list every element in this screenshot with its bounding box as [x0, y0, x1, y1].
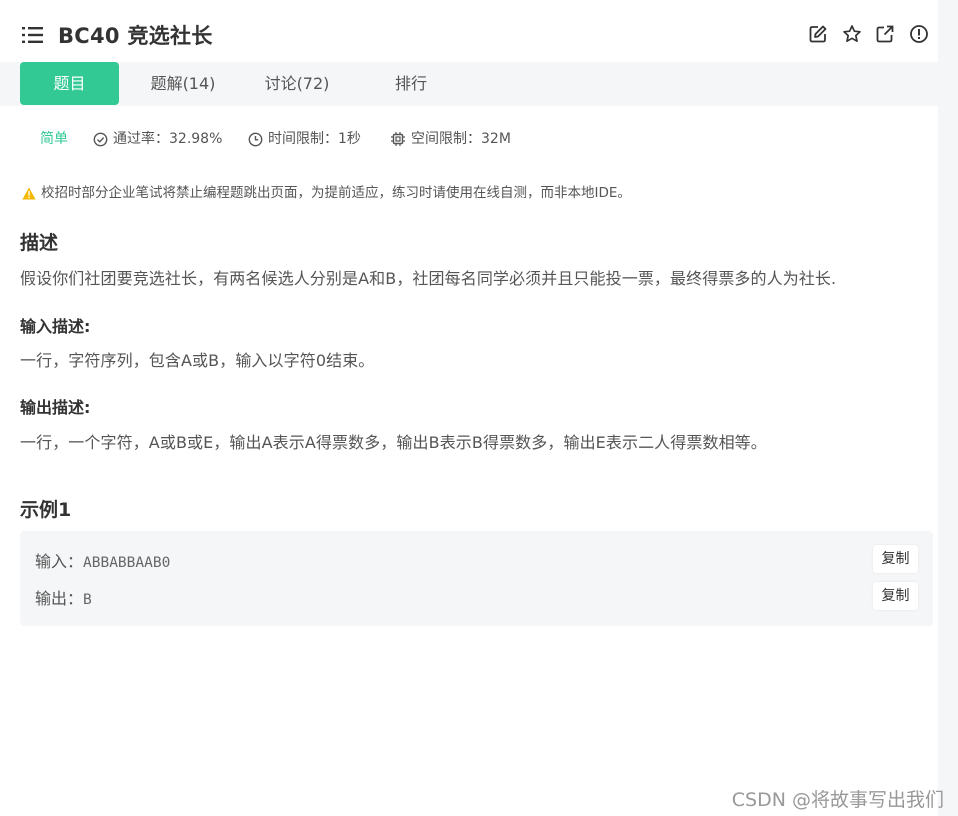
- example-input-value: ABBABBAAB0: [83, 555, 171, 571]
- copy-output-button[interactable]: 复制: [873, 582, 918, 610]
- tab-problem[interactable]: 题目: [20, 62, 119, 105]
- notice-text: 校招时部分企业笔试将禁止编程题跳出页面，为提前适应，练习时请使用在线自测，而非本…: [41, 185, 631, 201]
- problem-header: BC40 竞选社长: [0, 0, 958, 62]
- input-desc-text: 一行，字符序列，包含A或B，输入以字符0结束。: [20, 351, 375, 370]
- pass-rate: 通过率：32.98%: [93, 128, 222, 150]
- tab-discussion[interactable]: 讨论(72): [248, 62, 346, 105]
- time-limit: 时间限制：1秒: [248, 128, 361, 150]
- space-limit-text: 空间限制：32M: [411, 131, 511, 147]
- example-output-value: B: [83, 592, 92, 608]
- input-desc-heading: 输入描述:: [20, 317, 91, 336]
- list-icon[interactable]: [22, 26, 44, 44]
- example-box: 输入： ABBABBAAB0 复制 输出： B 复制: [20, 531, 933, 626]
- example-output-row: 输出： B: [35, 585, 92, 609]
- tab-bar: 题目 题解(14) 讨论(72) 排行: [0, 62, 938, 106]
- scrollbar-track[interactable]: [938, 0, 958, 816]
- info-icon[interactable]: [909, 24, 929, 44]
- example-output-label: 输出：: [35, 589, 84, 608]
- example-input-label: 输入：: [35, 552, 84, 571]
- check-circle-icon: [93, 132, 108, 146]
- star-icon[interactable]: [842, 24, 862, 44]
- clock-icon: [248, 132, 263, 146]
- example-input-row: 输入： ABBABBAAB0: [35, 548, 170, 572]
- watermark: CSDN @将故事写出我们: [731, 789, 944, 811]
- tab-ranking[interactable]: 排行: [362, 62, 460, 105]
- time-limit-text: 时间限制：1秒: [268, 131, 361, 147]
- problem-meta: 简单 通过率：32.98% 时间限制：1秒 空间限制：32M: [0, 128, 938, 150]
- space-limit: 空间限制：32M: [390, 128, 511, 150]
- output-desc-text: 一行，一个字符，A或B或E，输出A表示A得票数多，输出B表示B得票数多，输出E表…: [20, 433, 767, 452]
- ide-notice: 校招时部分企业笔试将禁止编程题跳出页面，为提前适应，练习时请使用在线自测，而非本…: [22, 183, 631, 203]
- description-heading: 描述: [20, 232, 59, 254]
- warning-icon: [22, 187, 36, 199]
- difficulty-badge: 简单: [40, 131, 68, 147]
- description-text: 假设你们社团要竞选社长，有两名候选人分别是A和B，社团每名同学必须并且只能投一票…: [20, 269, 837, 288]
- problem-title: BC40 竞选社长: [58, 24, 213, 48]
- copy-input-button[interactable]: 复制: [873, 545, 918, 573]
- tab-solutions[interactable]: 题解(14): [134, 62, 232, 105]
- external-link-icon[interactable]: [875, 24, 895, 44]
- example-heading: 示例1: [20, 499, 72, 521]
- edit-icon[interactable]: [808, 24, 828, 44]
- pass-rate-text: 通过率：32.98%: [113, 131, 223, 147]
- output-desc-heading: 输出描述:: [20, 398, 91, 417]
- chip-icon: [391, 132, 405, 146]
